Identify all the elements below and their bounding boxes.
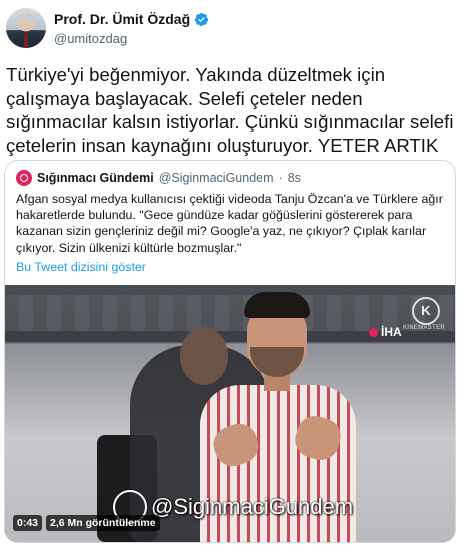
quoted-author-handle[interactable]: @SiginmaciGundem [159,171,274,185]
kinemaster-label: KİNEMASTER [403,325,446,331]
separator-dot: · [278,171,283,185]
author-name-line: Prof. Dr. Ümit Özdağ [54,11,209,27]
avatar-hair [17,14,35,22]
video-views: 2,6 Mn görüntülenme [46,515,160,531]
speaker-hair [244,292,310,318]
video-player[interactable]: K KİNEMASTER İHA @SiginmaciGundem 0:43 2… [5,285,455,542]
quoted-tweet-text: Afgan sosyal medya kullanıcısı çektiği v… [16,192,443,255]
quoted-timestamp[interactable]: 8s [288,171,301,185]
iha-dot-icon [369,327,378,337]
quoted-tweet-header: Sığınmacı Gündemi @SiginmaciGundem · 8s [16,170,301,186]
avatar-tie [24,33,28,48]
author-name[interactable]: Prof. Dr. Ümit Özdağ [54,11,190,27]
verified-badge-icon [195,12,209,26]
tweet-header: Prof. Dr. Ümit Özdağ @umitozdag [6,8,457,52]
iha-label: İHA [381,325,402,339]
quoted-author-name[interactable]: Sığınmacı Gündemi [37,171,154,185]
tweet-text: Türkiye'yi beğenmiyor. Yakında düzeltmek… [6,64,454,156]
watermark-text: @SiginmaciGundem [151,494,354,519]
author-handle[interactable]: @umitozdag [54,31,127,46]
video-duration: 0:43 [13,515,43,531]
quoted-avatar-icon[interactable] [16,170,32,186]
quoted-tweet[interactable]: Sığınmacı Gündemi @SiginmaciGundem · 8s … [4,160,456,543]
video-badges: 0:43 2,6 Mn görüntülenme [13,515,160,531]
speaker-beard [250,347,304,377]
author-avatar[interactable] [6,8,46,48]
show-thread-link[interactable]: Bu Tweet dizisini göster [16,260,146,274]
kinemaster-logo-icon: K [412,297,440,325]
iha-logo: İHA [369,325,402,339]
